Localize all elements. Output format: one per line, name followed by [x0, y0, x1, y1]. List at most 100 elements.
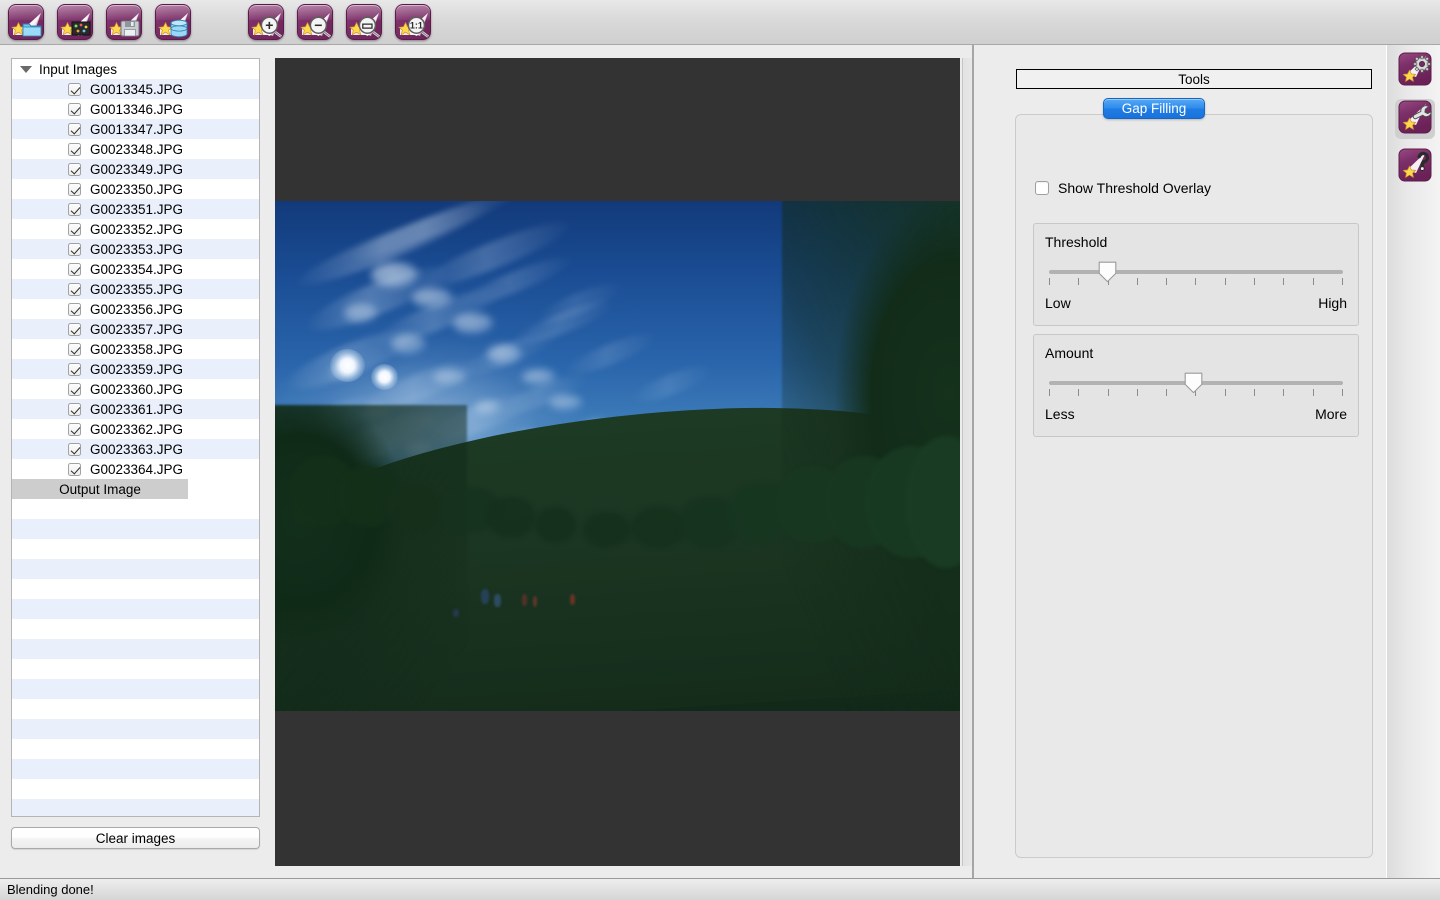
open-project-button[interactable] — [55, 3, 95, 41]
slider-tick — [1166, 389, 1168, 396]
actual-size-icon: 1:1 — [395, 4, 431, 40]
cloud-puff — [453, 313, 495, 334]
list-item[interactable]: G0013346.JPG — [12, 99, 259, 119]
slider-tick — [1254, 278, 1256, 285]
list-item[interactable]: G0023354.JPG — [12, 259, 259, 279]
zoom-in-button[interactable]: + — [246, 3, 286, 41]
empty-list-row — [12, 739, 259, 759]
image-enabled-checkbox[interactable] — [68, 222, 81, 236]
slider-tick — [1341, 389, 1343, 396]
list-item[interactable]: G0023353.JPG — [12, 239, 259, 259]
list-item[interactable]: G0023349.JPG — [12, 159, 259, 179]
slider-tick — [1136, 278, 1138, 285]
wrench-icon — [1398, 100, 1432, 139]
actual-size-button[interactable]: 1:1 — [393, 3, 433, 41]
list-item[interactable]: G0023360.JPG — [12, 379, 259, 399]
tab-gap-filling[interactable]: Gap Filling — [1103, 98, 1205, 119]
list-item[interactable]: G0023356.JPG — [12, 299, 259, 319]
image-filename: G0023349.JPG — [90, 161, 184, 177]
preferences-button[interactable] — [1395, 51, 1435, 91]
list-item[interactable]: G0023352.JPG — [12, 219, 259, 239]
list-item[interactable]: G0023364.JPG — [12, 459, 259, 479]
image-filename: G0023353.JPG — [90, 241, 184, 257]
zoom-out-button[interactable]: − — [295, 3, 335, 41]
image-enabled-checkbox[interactable] — [68, 402, 81, 416]
list-item[interactable]: G0023348.JPG — [12, 139, 259, 159]
list-item[interactable]: G0023357.JPG — [12, 319, 259, 339]
image-enabled-checkbox[interactable] — [68, 422, 81, 436]
show-threshold-overlay-label: Show Threshold Overlay — [1058, 180, 1212, 196]
fit-to-window-button[interactable]: ▭ — [344, 3, 384, 41]
amount-slider-group: Amount Less More — [1033, 334, 1359, 437]
svg-text:1:1: 1:1 — [410, 21, 423, 31]
image-filename: G0013347.JPG — [90, 121, 184, 137]
show-threshold-overlay-checkbox[interactable] — [1035, 181, 1049, 195]
distant-figure — [521, 593, 528, 606]
image-filename: G0023356.JPG — [90, 301, 184, 317]
image-enabled-checkbox[interactable] — [68, 462, 81, 476]
list-item[interactable]: G0023359.JPG — [12, 359, 259, 379]
list-item[interactable]: G0023358.JPG — [12, 339, 259, 359]
image-filename: G0023361.JPG — [90, 401, 184, 417]
threshold-thumb[interactable] — [1098, 261, 1117, 283]
toolbar-zoom-group: + − ▭ 1:1 — [246, 3, 433, 41]
image-enabled-checkbox[interactable] — [68, 362, 81, 376]
left-trees — [275, 405, 467, 711]
chevron-down-icon[interactable] — [20, 65, 32, 73]
clear-images-button[interactable]: Clear images — [11, 827, 260, 849]
svg-text:+: + — [265, 17, 273, 33]
output-image-row[interactable]: Output Image — [12, 479, 259, 499]
image-enabled-checkbox[interactable] — [68, 142, 81, 156]
tools-button[interactable] — [1395, 99, 1435, 139]
open-images-button[interactable] — [6, 3, 46, 41]
distant-figure — [494, 593, 502, 607]
image-enabled-checkbox[interactable] — [68, 442, 81, 456]
image-enabled-checkbox[interactable] — [68, 382, 81, 396]
image-icon — [57, 4, 93, 40]
image-enabled-checkbox[interactable] — [68, 242, 81, 256]
list-item[interactable]: G0013347.JPG — [12, 119, 259, 139]
empty-list-row — [12, 719, 259, 739]
empty-list-row — [12, 699, 259, 719]
empty-list-row — [12, 559, 259, 579]
image-canvas[interactable] — [275, 58, 960, 866]
help-button[interactable] — [1395, 147, 1435, 187]
image-enabled-checkbox[interactable] — [68, 262, 81, 276]
image-enabled-checkbox[interactable] — [68, 122, 81, 136]
image-enabled-checkbox[interactable] — [68, 302, 81, 316]
slider-tick — [1195, 278, 1197, 285]
cloud-puff — [412, 287, 454, 309]
tree-canopy — [583, 512, 632, 548]
list-item[interactable]: G0023363.JPG — [12, 439, 259, 459]
image-enabled-checkbox[interactable] — [68, 322, 81, 336]
moon-highlight — [329, 348, 366, 382]
image-enabled-checkbox[interactable] — [68, 82, 81, 96]
image-enabled-checkbox[interactable] — [68, 162, 81, 176]
image-filename: G0023362.JPG — [90, 421, 184, 437]
show-threshold-overlay-row[interactable]: Show Threshold Overlay — [1035, 180, 1211, 196]
list-item[interactable]: G0023362.JPG — [12, 419, 259, 439]
save-button[interactable] — [104, 3, 144, 41]
image-enabled-checkbox[interactable] — [68, 102, 81, 116]
image-enabled-checkbox[interactable] — [68, 282, 81, 296]
input-images-list[interactable]: Input Images G0013345.JPG G0013346.JPG G00… — [11, 58, 260, 817]
image-filename: G0023360.JPG — [90, 381, 184, 397]
list-item[interactable]: G0013345.JPG — [12, 79, 259, 99]
image-enabled-checkbox[interactable] — [68, 202, 81, 216]
image-enabled-checkbox[interactable] — [68, 182, 81, 196]
application-window: + − ▭ 1:1 Input Images G0013345.JPG G001… — [0, 0, 1440, 900]
tree-canopy — [535, 507, 577, 543]
list-item[interactable]: G0023351.JPG — [12, 199, 259, 219]
amount-thumb[interactable] — [1184, 372, 1203, 394]
input-images-group-header[interactable]: Input Images — [12, 59, 259, 79]
image-enabled-checkbox[interactable] — [68, 342, 81, 356]
output-image-label: Output Image — [12, 479, 188, 499]
save-database-button[interactable] — [153, 3, 193, 41]
image-filename: G0013346.JPG — [90, 101, 184, 117]
list-item[interactable]: G0023355.JPG — [12, 279, 259, 299]
list-item[interactable]: G0023350.JPG — [12, 179, 259, 199]
toolbar: + − ▭ 1:1 — [0, 0, 1440, 45]
list-item[interactable]: G0023361.JPG — [12, 399, 259, 419]
threshold-track[interactable] — [1049, 270, 1343, 274]
empty-rows — [12, 499, 259, 816]
